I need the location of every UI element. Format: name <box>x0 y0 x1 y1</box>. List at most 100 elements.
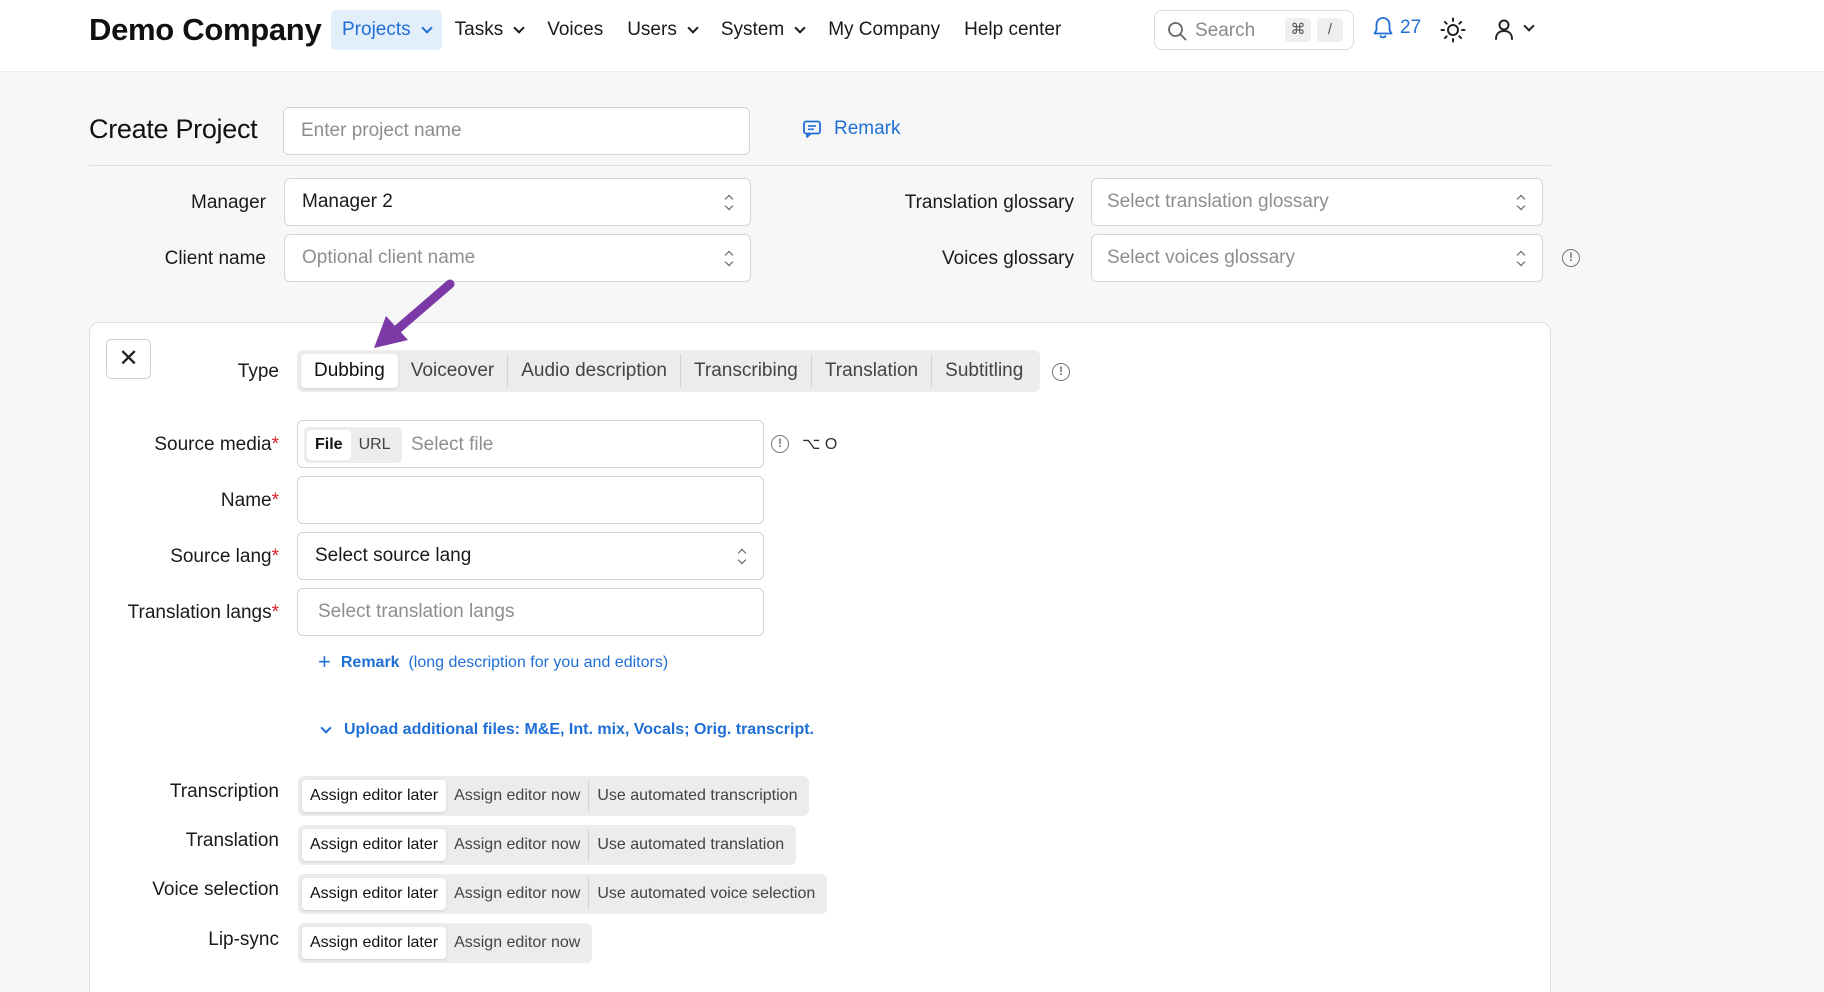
theme-toggle-sun-icon[interactable] <box>1440 17 1466 43</box>
translation-assign-now[interactable]: Assign editor now <box>446 829 590 861</box>
upload-additional-files-toggle[interactable]: Upload additional files: M&E, Int. mix, … <box>320 721 814 739</box>
bell-icon <box>1373 17 1393 39</box>
required-mark: * <box>271 546 279 567</box>
translation-automated[interactable]: Use automated translation <box>589 829 792 861</box>
manager-select[interactable]: Manager 2 <box>284 178 751 226</box>
media-file-option[interactable]: File <box>307 430 351 460</box>
translation-glossary-placeholder: Select translation glossary <box>1107 191 1329 212</box>
transcription-assign-later[interactable]: Assign editor later <box>302 780 447 812</box>
nav-users-label: Users <box>627 19 677 40</box>
translation-langs-select[interactable]: Select translation langs <box>297 588 764 636</box>
transcription-automated[interactable]: Use automated transcription <box>589 780 805 812</box>
voices-glossary-select[interactable]: Select voices glossary <box>1091 234 1543 282</box>
select-arrows-icon <box>1516 195 1526 211</box>
required-mark: * <box>271 490 279 511</box>
lip-sync-assign-later[interactable]: Assign editor later <box>302 927 447 959</box>
nav-tasks[interactable]: Tasks <box>444 10 535 50</box>
nav-my-company[interactable]: My Company <box>817 10 951 50</box>
add-remark-label: Remark <box>340 654 400 671</box>
user-menu-button[interactable] <box>1493 17 1535 41</box>
annotation-arrow-icon <box>374 279 455 348</box>
project-name-input[interactable]: Enter project name <box>283 107 750 155</box>
info-icon[interactable]: ! <box>1052 363 1070 381</box>
translation-langs-label: Translation langs* <box>100 602 279 624</box>
upload-additional-files-label: Upload additional files: M&E, Int. mix, … <box>344 721 814 738</box>
page-title: Create Project <box>89 114 258 144</box>
add-remark-hint: (long description for you and editors) <box>408 654 669 671</box>
name-input[interactable] <box>297 476 764 524</box>
info-icon[interactable]: ! <box>771 435 789 453</box>
search-placeholder: Search <box>1195 20 1256 41</box>
chevron-down-icon <box>1523 20 1535 32</box>
nav-projects-label: Projects <box>342 19 411 40</box>
notifications-button[interactable]: 27 <box>1372 16 1421 40</box>
lip-sync-step-label: Lip-sync <box>208 929 279 950</box>
source-lang-label-text: Source lang <box>170 546 272 567</box>
divider <box>89 165 1551 166</box>
client-name-label: Client name <box>164 248 266 269</box>
select-arrows-icon <box>724 251 734 267</box>
source-media-input[interactable]: File URL Select file <box>297 420 764 468</box>
select-arrows-icon <box>737 549 747 565</box>
brand-logo-text[interactable]: Demo Company <box>89 12 322 48</box>
info-icon[interactable]: ! <box>1562 249 1580 267</box>
translation-step-label: Translation <box>185 830 279 851</box>
required-mark: * <box>271 602 279 623</box>
nav-my-company-label: My Company <box>828 19 941 40</box>
lip-sync-editor-selector: Assign editor later Assign editor now <box>298 923 593 963</box>
notifications-count: 27 <box>1400 17 1422 38</box>
client-name-select[interactable]: Optional client name <box>284 234 751 282</box>
source-lang-label: Source lang* <box>130 546 279 568</box>
transcription-step-label: Transcription <box>169 781 279 802</box>
source-lang-select[interactable]: Select source lang <box>297 532 764 580</box>
user-icon <box>1495 19 1513 40</box>
chevron-down-icon <box>513 21 525 34</box>
project-name-placeholder: Enter project name <box>301 120 462 141</box>
remark-label: Remark <box>834 118 901 139</box>
top-navigation-bar: Demo Company Projects Tasks Voices Users… <box>0 0 1824 72</box>
lip-sync-assign-now[interactable]: Assign editor now <box>446 927 588 959</box>
command-key-hint: ⌘ <box>1285 18 1311 42</box>
translation-assign-later[interactable]: Assign editor later <box>302 829 447 861</box>
voice-selection-step-label: Voice selection <box>152 879 279 900</box>
required-mark: * <box>271 434 279 455</box>
nav-system[interactable]: System <box>710 10 815 50</box>
remark-button[interactable]: Remark <box>802 118 901 140</box>
type-option-subtitling[interactable]: Subtitling <box>932 354 1036 388</box>
nav-help-center[interactable]: Help center <box>953 10 1072 50</box>
select-arrows-icon <box>1516 251 1526 267</box>
type-option-audio-description[interactable]: Audio description <box>508 354 681 388</box>
translation-langs-placeholder: Select translation langs <box>318 601 515 622</box>
voice-selection-automated[interactable]: Use automated voice selection <box>589 878 823 910</box>
voice-selection-assign-now[interactable]: Assign editor now <box>446 878 590 910</box>
translation-glossary-select[interactable]: Select translation glossary <box>1091 178 1543 226</box>
client-name-placeholder: Optional client name <box>302 247 476 268</box>
add-remark-link[interactable]: + Remark (long description for you and e… <box>318 649 669 675</box>
nav-users[interactable]: Users <box>616 10 708 50</box>
voice-selection-editor-selector: Assign editor later Assign editor now Us… <box>298 874 828 914</box>
chevron-down-icon <box>320 721 332 734</box>
nav-help-center-label: Help center <box>964 19 1062 40</box>
type-option-transcribing[interactable]: Transcribing <box>681 354 812 388</box>
voice-selection-assign-later[interactable]: Assign editor later <box>302 878 447 910</box>
type-option-voiceover[interactable]: Voiceover <box>398 354 509 388</box>
nav-voices[interactable]: Voices <box>536 10 614 50</box>
chevron-down-icon <box>420 21 433 34</box>
close-card-button[interactable]: ✕ <box>106 339 151 379</box>
nav-projects[interactable]: Projects <box>331 10 442 50</box>
name-label-text: Name <box>220 490 272 511</box>
source-media-placeholder: Select file <box>411 434 494 455</box>
search-input[interactable]: Search ⌘ / <box>1154 10 1354 50</box>
type-option-dubbing[interactable]: Dubbing <box>301 354 398 388</box>
plus-icon: + <box>318 649 331 674</box>
nav-system-label: System <box>720 19 785 40</box>
chevron-down-icon <box>794 21 806 34</box>
type-label: Type <box>237 361 279 382</box>
media-url-option[interactable]: URL <box>351 430 399 460</box>
main-nav: Projects Tasks Voices Users System My Co… <box>331 10 1074 50</box>
manager-label: Manager <box>191 192 266 213</box>
close-icon: ✕ <box>118 345 139 372</box>
slash-key-hint: / <box>1317 18 1343 42</box>
type-option-translation[interactable]: Translation <box>812 354 933 388</box>
transcription-assign-now[interactable]: Assign editor now <box>446 780 590 812</box>
